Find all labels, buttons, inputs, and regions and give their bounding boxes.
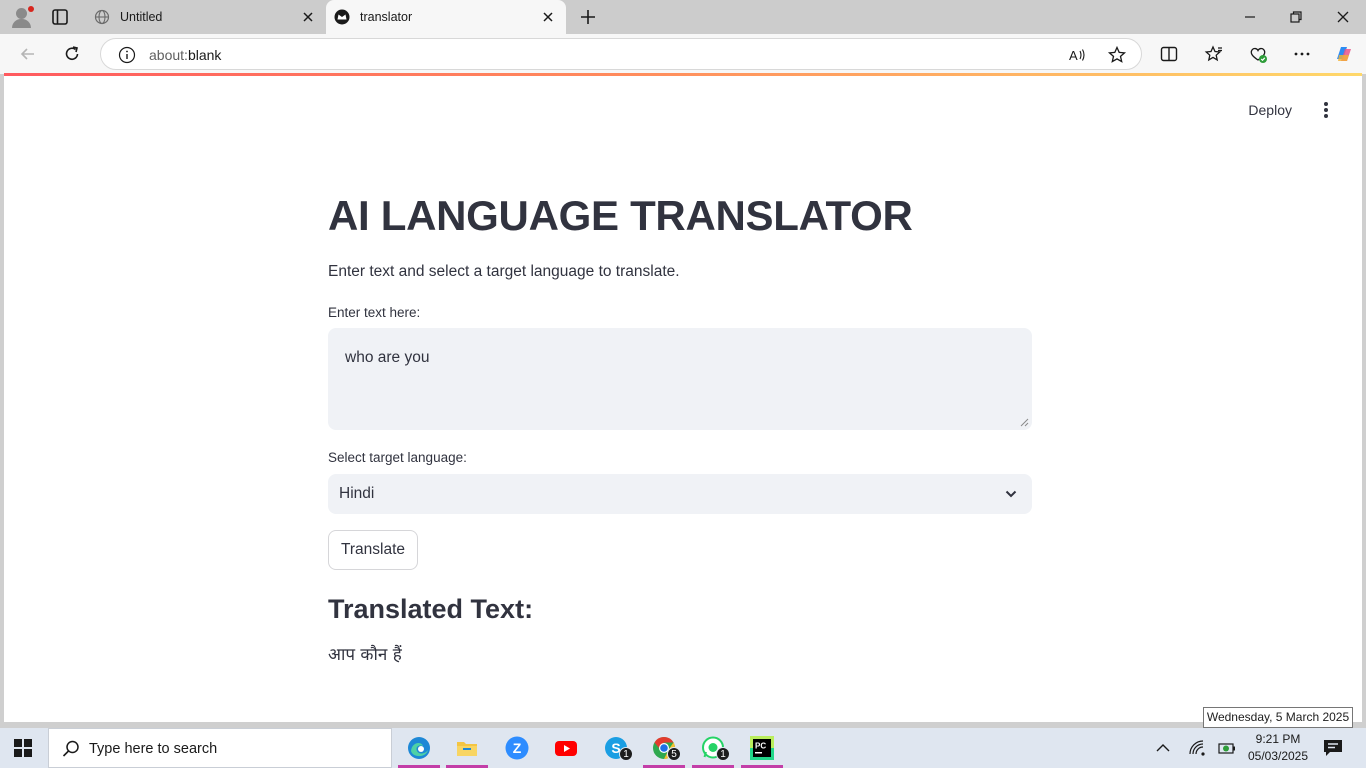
input-label: Enter text here:: [328, 305, 421, 320]
chevron-down-icon: [1005, 490, 1017, 498]
minimize-icon[interactable]: [1241, 8, 1259, 26]
clock-date: 05/03/2025: [1247, 749, 1309, 763]
split-screen-icon[interactable]: [1159, 44, 1179, 64]
edge-icon: [408, 737, 430, 759]
selected-language: Hindi: [339, 485, 375, 502]
deploy-button[interactable]: Deploy: [1248, 102, 1292, 118]
streamlit-crown-icon: [334, 9, 350, 25]
tab-label: translator: [360, 10, 413, 24]
browser-toolbar: about:blank A: [0, 34, 1366, 74]
favorite-star-icon[interactable]: [1107, 45, 1127, 65]
system-clock[interactable]: 9:21 PM 05/03/2025: [1240, 731, 1316, 765]
tab-label: Untitled: [120, 10, 163, 24]
profile-icon[interactable]: [8, 4, 36, 30]
text-input[interactable]: who are you: [328, 328, 1032, 430]
taskbar: Type here to search Z S 1 5 1 PC 9:21 PM…: [0, 728, 1366, 768]
svg-text:PC: PC: [755, 742, 766, 751]
taskbar-chrome[interactable]: 5: [641, 728, 687, 768]
translate-button[interactable]: Translate: [328, 530, 419, 570]
show-hidden-icons-icon[interactable]: [1153, 738, 1173, 758]
address-bar[interactable]: about:blank A: [100, 38, 1142, 70]
page-title: AI LANGUAGE TRANSLATOR: [328, 192, 913, 239]
tab-actions-icon[interactable]: [50, 7, 70, 27]
svg-text:A: A: [1069, 48, 1078, 63]
favorites-icon[interactable]: [1204, 44, 1224, 64]
site-info-icon[interactable]: [118, 46, 136, 64]
restore-icon[interactable]: [1287, 8, 1305, 26]
zoom-icon: Z: [505, 736, 529, 760]
battery-icon[interactable]: [1217, 738, 1237, 758]
resize-handle-icon[interactable]: [1020, 418, 1029, 427]
network-icon[interactable]: [1187, 738, 1207, 758]
youtube-icon: [555, 741, 577, 756]
translated-text: आप कौन हैं: [328, 645, 402, 665]
refresh-icon[interactable]: [62, 44, 82, 64]
windows-start-icon[interactable]: [14, 739, 32, 757]
taskbar-whatsapp[interactable]: 1: [690, 728, 736, 768]
text-input-value: who are you: [345, 349, 430, 366]
new-tab-icon[interactable]: [578, 7, 598, 27]
main-menu-icon[interactable]: [1320, 100, 1332, 120]
taskbar-youtube[interactable]: [543, 728, 589, 768]
notification-center-icon[interactable]: [1322, 738, 1344, 758]
close-window-icon[interactable]: [1334, 8, 1352, 26]
close-tab-icon[interactable]: [540, 9, 556, 25]
tab-translator[interactable]: translator: [326, 0, 566, 34]
notification-badge: 5: [667, 747, 681, 761]
search-icon: [62, 740, 79, 757]
taskbar-pycharm[interactable]: PC: [739, 728, 785, 768]
copilot-icon[interactable]: [1333, 43, 1355, 65]
tab-strip: Untitled translator: [0, 0, 1366, 34]
tab-untitled[interactable]: Untitled: [86, 0, 326, 34]
back-icon[interactable]: [18, 44, 38, 64]
search-placeholder: Type here to search: [89, 741, 218, 757]
app-page: Deploy AI LANGUAGE TRANSLATOR Enter text…: [4, 76, 1362, 722]
browser-essentials-icon[interactable]: [1248, 44, 1268, 64]
clock-time: 9:21 PM: [1255, 732, 1301, 746]
taskbar-skype[interactable]: S 1: [593, 728, 639, 768]
notification-badge: 1: [716, 747, 730, 761]
notification-badge: 1: [619, 747, 633, 761]
date-tooltip: Wednesday, 5 March 2025: [1203, 707, 1353, 728]
url-text[interactable]: about:blank: [149, 47, 221, 63]
more-options-icon[interactable]: [1292, 44, 1312, 64]
close-tab-icon[interactable]: [300, 9, 316, 25]
language-select[interactable]: Hindi: [328, 474, 1032, 514]
page-subtitle: Enter text and select a target language …: [328, 263, 680, 280]
taskbar-file-explorer[interactable]: [444, 728, 490, 768]
select-label: Select target language:: [328, 450, 467, 465]
taskbar-zoom[interactable]: Z: [494, 728, 540, 768]
read-aloud-icon[interactable]: A: [1067, 45, 1087, 65]
taskbar-search[interactable]: Type here to search: [48, 728, 392, 768]
globe-icon: [94, 9, 110, 25]
pycharm-icon: PC: [750, 736, 774, 760]
svg-text:Z: Z: [513, 740, 522, 756]
result-heading: Translated Text:: [328, 594, 534, 624]
taskbar-edge[interactable]: [396, 728, 442, 768]
file-explorer-icon: [457, 742, 477, 756]
